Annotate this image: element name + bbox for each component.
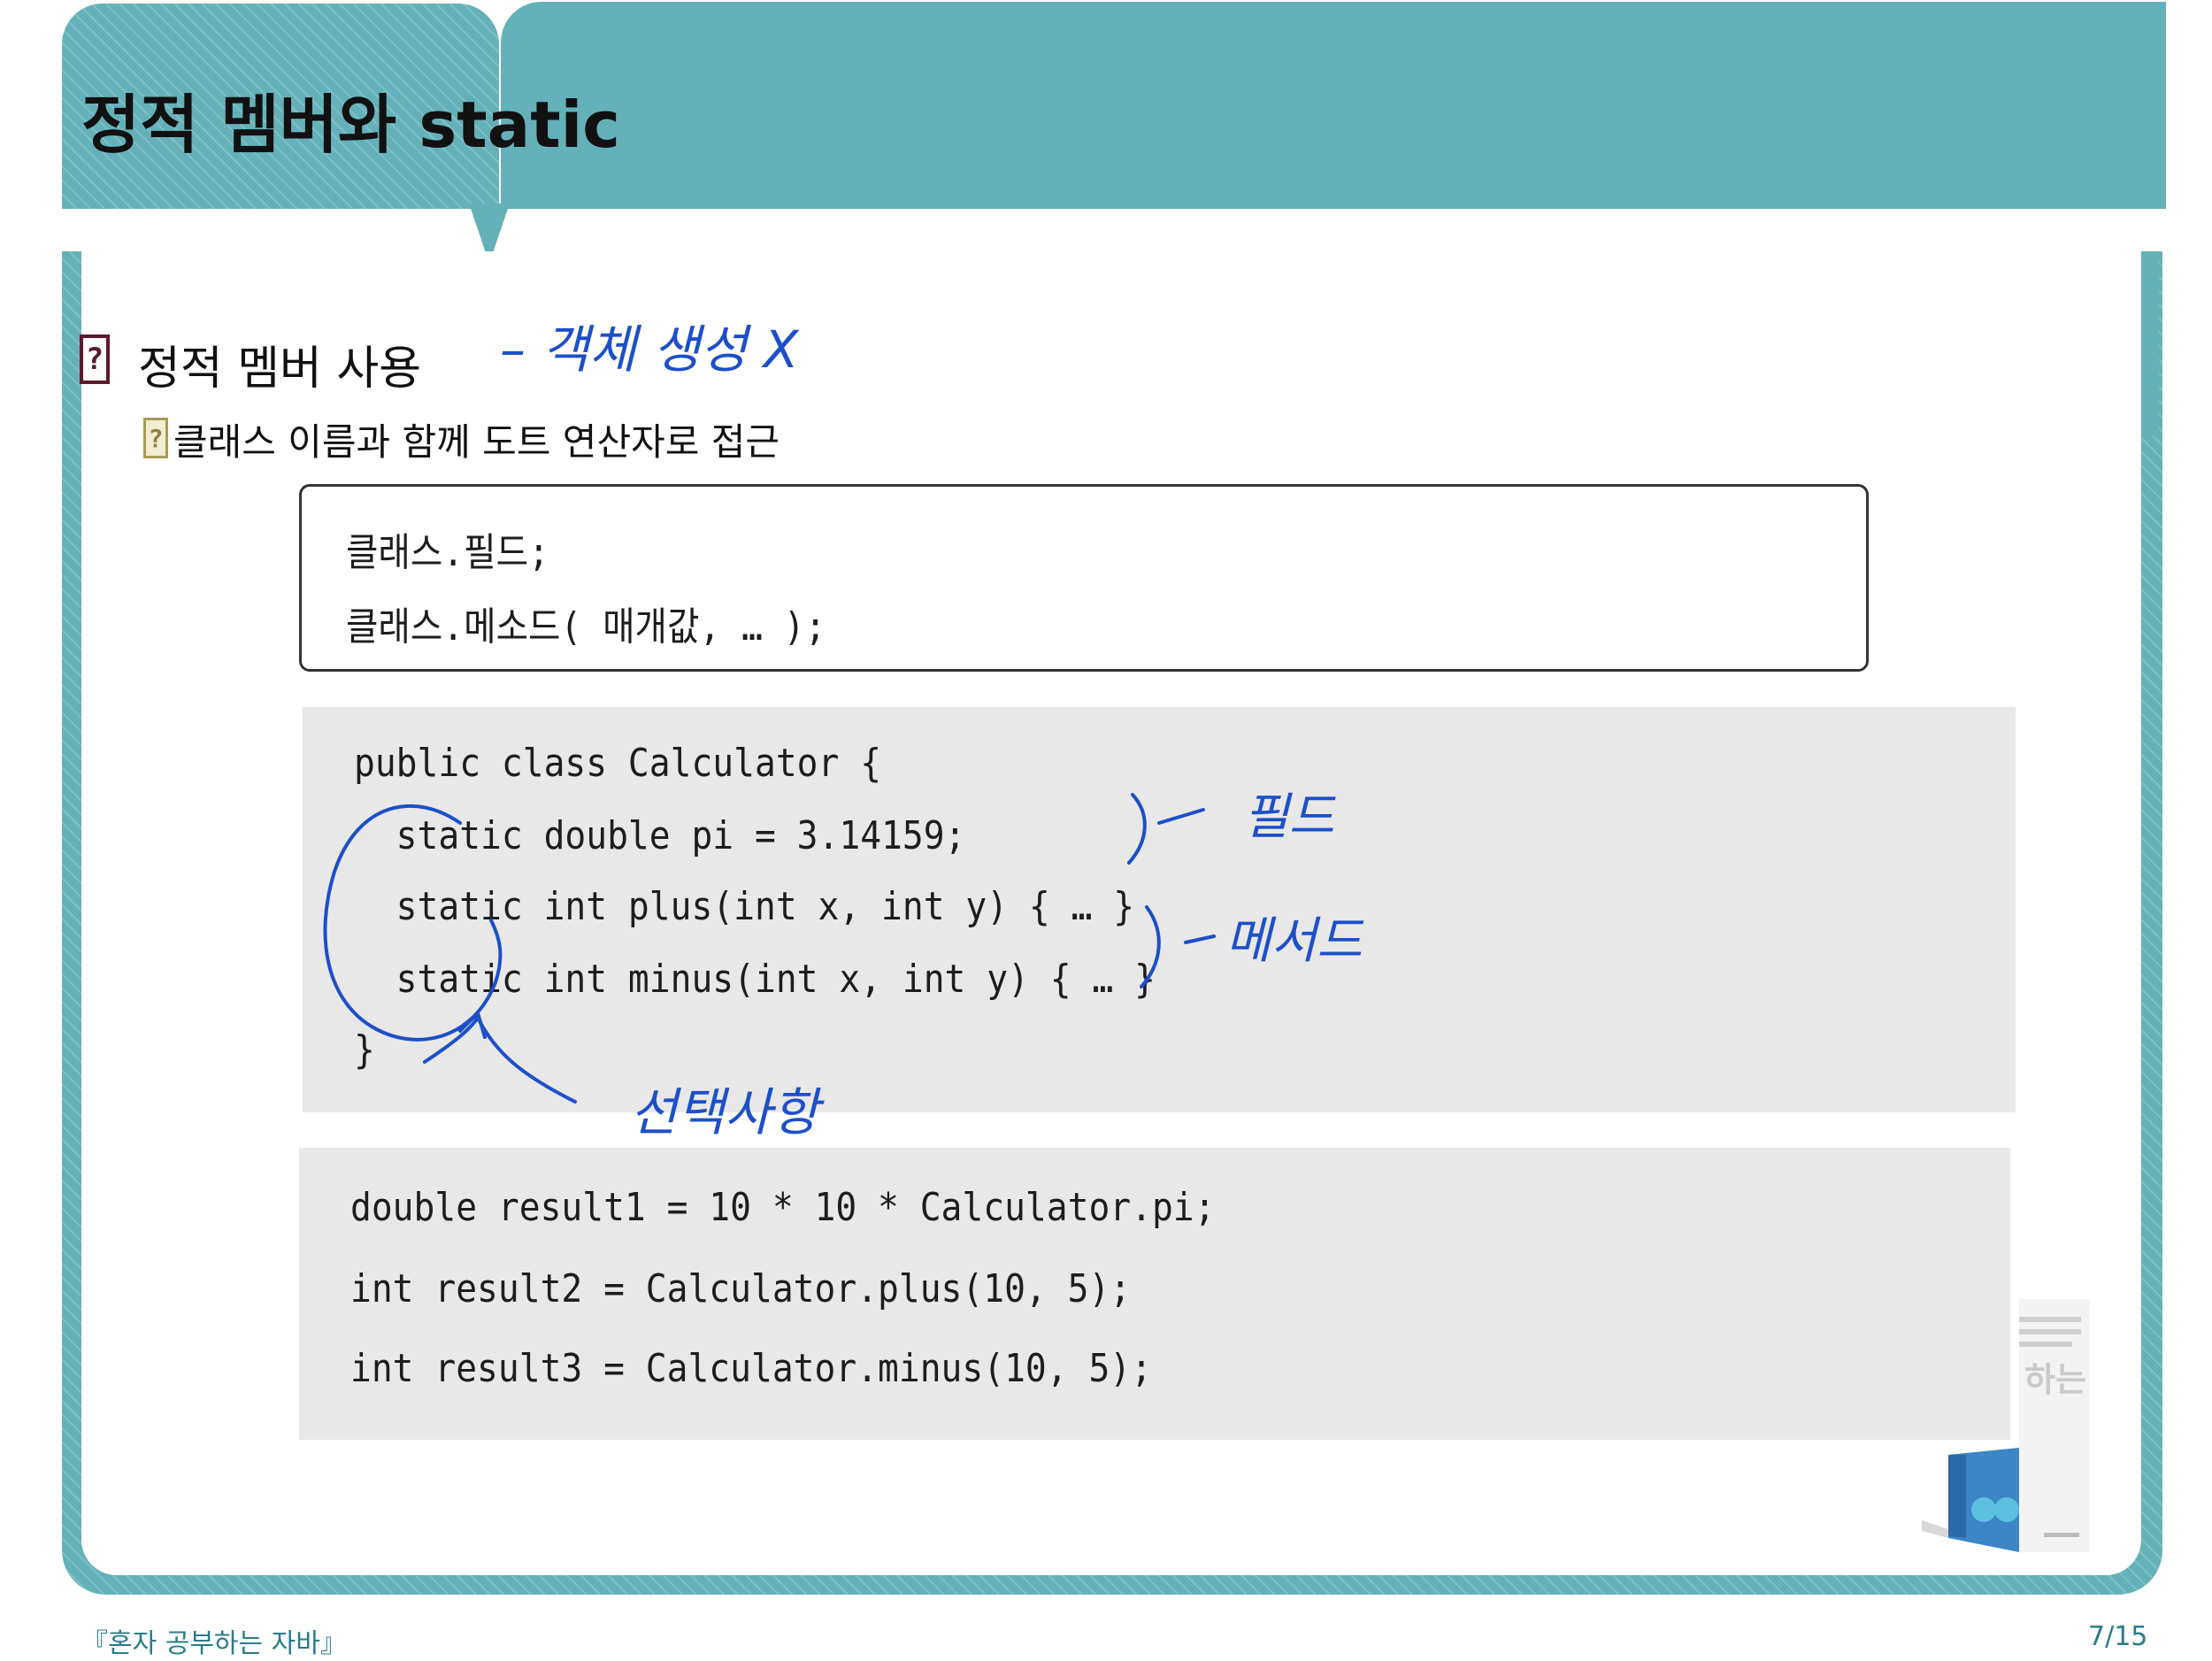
code-line: public class Calculator { bbox=[354, 741, 882, 786]
section-heading: 정적 멤버 사용 bbox=[138, 342, 422, 396]
annotation-method-note: 메서드 bbox=[1225, 912, 1363, 970]
page-number: 7/15 bbox=[2088, 1621, 2148, 1652]
question-icon: ? bbox=[80, 335, 110, 384]
page-title: 정적 멤버와 static bbox=[81, 88, 620, 162]
code-line: } bbox=[354, 1027, 375, 1073]
code-line: int result2 = Calculator.plus(10, 5); bbox=[350, 1266, 1132, 1311]
book-cover-image bbox=[1922, 1299, 2090, 1552]
footer-book-title: 『혼자 공부하는 자바』 bbox=[81, 1628, 347, 1659]
code-line: static int minus(int x, int y) { … } bbox=[354, 957, 1156, 1002]
code-line: static double pi = 3.14159; bbox=[354, 813, 966, 858]
code-line: int result3 = Calculator.minus(10, 5); bbox=[350, 1346, 1152, 1391]
syntax-line: 클래스.필드; bbox=[346, 530, 549, 575]
code-block-class-definition: public class Calculator { static double … bbox=[303, 707, 2016, 1112]
question-icon: ? bbox=[143, 418, 168, 458]
annotation-field-note: 필드 bbox=[1243, 788, 1335, 846]
annotation-heading-note: – 객체 생성 X bbox=[500, 319, 799, 380]
syntax-line: 클래스.메소드( 매개값, … ); bbox=[346, 604, 826, 650]
book-cover-text: 하는 bbox=[2024, 1360, 2086, 1399]
title-tab-notch bbox=[469, 204, 510, 251]
frame-accent-strip bbox=[2141, 251, 2159, 435]
syntax-box: 클래스.필드; 클래스.메소드( 매개값, … ); bbox=[299, 484, 1869, 672]
code-line: double result1 = 10 * 10 * Calculator.pi… bbox=[350, 1185, 1216, 1230]
code-line: static int plus(int x, int y) { … } bbox=[354, 884, 1135, 929]
annotation-static-note: 선택사항 bbox=[630, 1082, 819, 1142]
section-subheading: 클래스 이름과 함께 도트 연산자로 접근 bbox=[173, 420, 780, 464]
header-band bbox=[501, 2, 2166, 209]
code-block-usage: double result1 = 10 * 10 * Calculator.pi… bbox=[299, 1148, 2010, 1440]
